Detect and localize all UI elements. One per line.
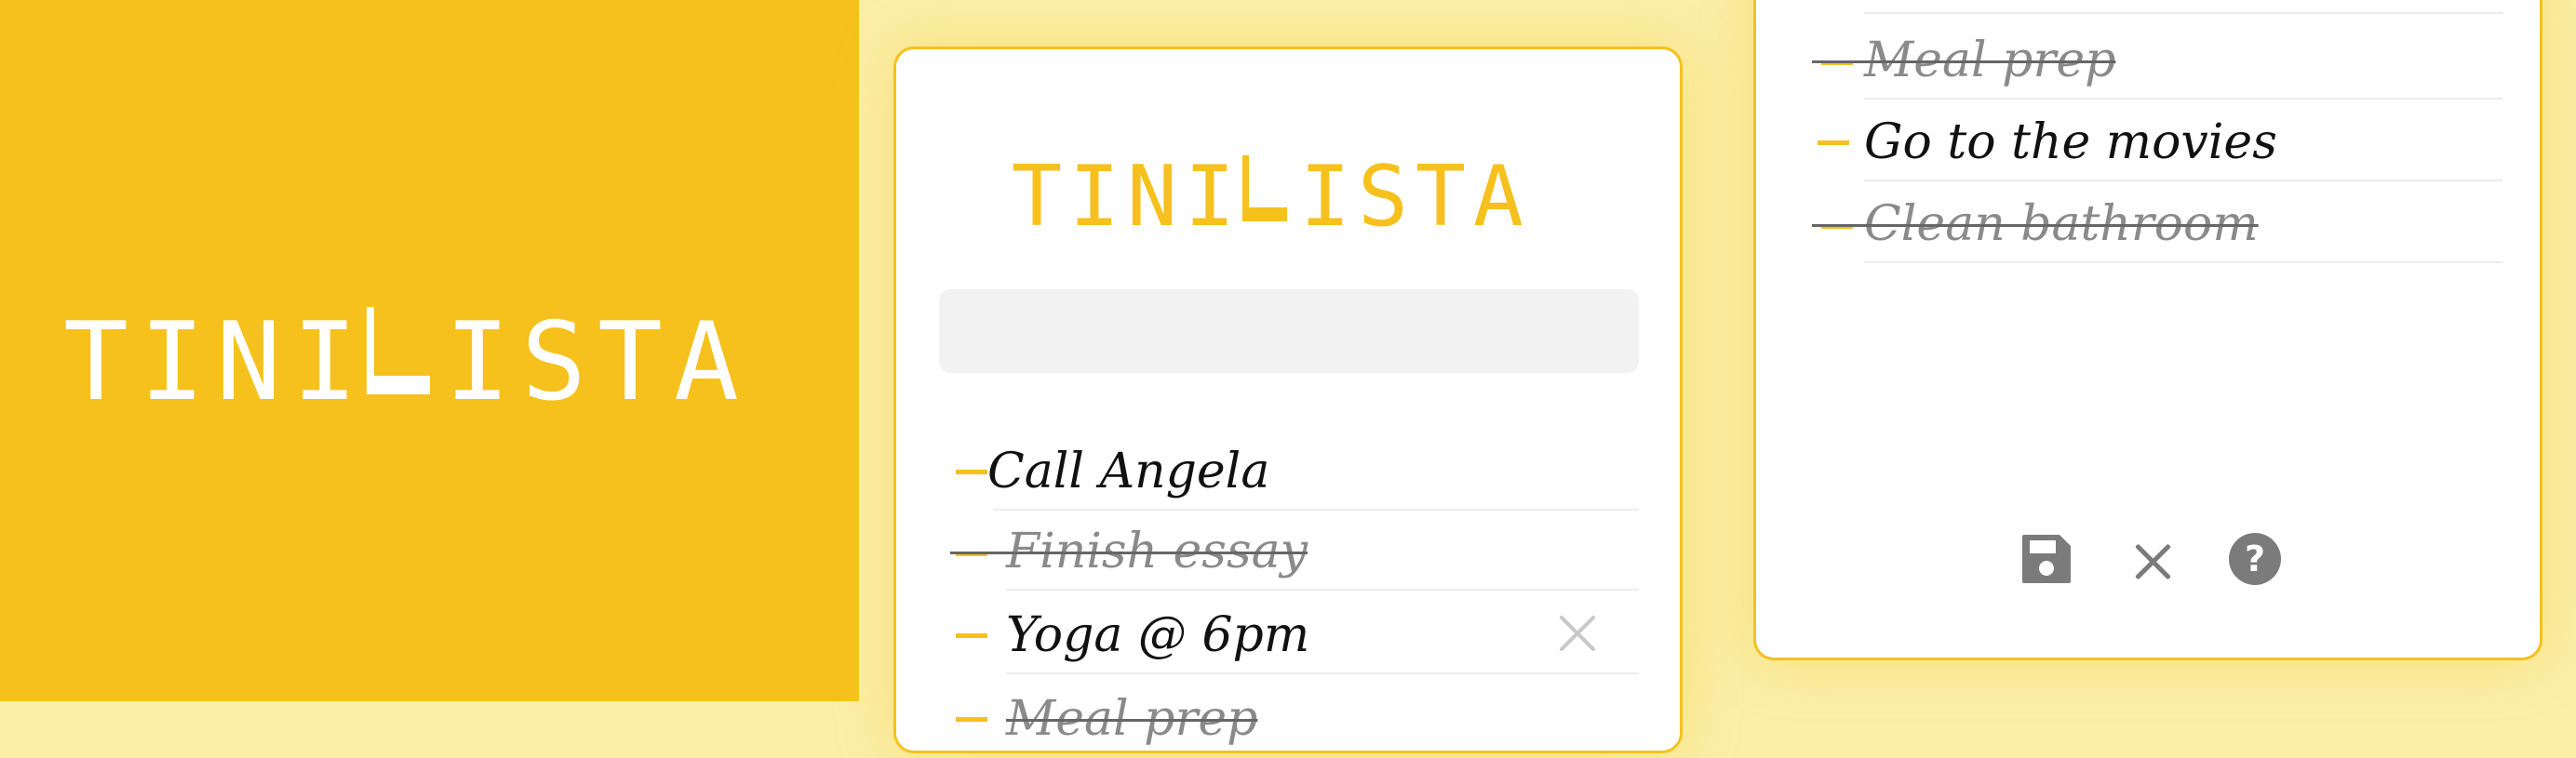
divider xyxy=(1864,98,2502,100)
logo-letter: T xyxy=(597,299,663,425)
task-item-done[interactable]: Clean bathroom xyxy=(1812,183,2502,263)
strike-line xyxy=(950,552,1006,554)
task-item-done[interactable]: Meal prep xyxy=(956,678,1639,758)
logo-letter: A xyxy=(674,299,739,425)
app-window-main: TINI ISTA Call Angela Finish essay Yoga @… xyxy=(893,47,1683,753)
logo-letter: N xyxy=(1126,148,1178,246)
strike-line xyxy=(1812,60,1868,63)
task-item[interactable]: Yoga @ 6pm xyxy=(956,594,1639,674)
task-label: Yoga @ 6pm xyxy=(1006,607,1310,663)
logo-letter: N xyxy=(216,299,281,425)
divider xyxy=(1006,672,1639,674)
delete-task-icon[interactable] xyxy=(1557,613,1598,654)
task-label: Go to the movies xyxy=(1864,114,2277,170)
logo-letter: A xyxy=(1472,148,1524,246)
svg-text:?: ? xyxy=(2245,539,2265,579)
logo-letter: T xyxy=(63,299,128,425)
divider xyxy=(1864,12,2502,14)
help-button[interactable]: ? xyxy=(2227,531,2283,587)
logo-block-l-icon xyxy=(363,299,439,402)
logo-letter: I xyxy=(1184,148,1236,246)
help-icon: ? xyxy=(2229,533,2281,585)
task-dash-icon xyxy=(956,717,987,722)
logo-letter: I xyxy=(292,299,357,425)
task-dash-icon xyxy=(956,470,987,474)
logo-letter: S xyxy=(1357,148,1409,246)
task-dash-icon xyxy=(956,633,987,638)
logo-letter: I xyxy=(140,299,205,425)
task-label: Call Angela xyxy=(987,444,1270,499)
logo-letter: T xyxy=(1011,148,1063,246)
task-label: Clean bathroom xyxy=(1864,196,2259,252)
task-item[interactable]: Call Angela xyxy=(956,431,1639,511)
save-icon xyxy=(2022,535,2071,583)
task-label: Meal prep xyxy=(1006,691,1258,747)
logo-letter: I xyxy=(1068,148,1120,246)
divider xyxy=(1864,180,2502,181)
new-task-input[interactable] xyxy=(939,289,1639,373)
strike-line xyxy=(1812,224,1868,227)
task-dash-icon xyxy=(1818,140,1849,145)
task-label: Finish essay xyxy=(1006,524,1308,579)
task-label: Meal prep xyxy=(1864,33,2116,88)
logo-block-l-icon xyxy=(1239,148,1296,230)
app-window-secondary: Meal prep Go to the movies Clean bathroo… xyxy=(1753,0,2542,660)
logo-letter: T xyxy=(1415,148,1467,246)
divider xyxy=(1006,589,1639,591)
logo-letter: S xyxy=(521,299,586,425)
task-item-done[interactable]: Meal prep xyxy=(1812,20,2502,100)
logo-letter: I xyxy=(445,299,510,425)
promo-logo: TINIISTA xyxy=(58,299,745,425)
divider xyxy=(1864,261,2502,263)
logo-letter: I xyxy=(1299,148,1351,246)
save-button[interactable] xyxy=(2019,531,2074,587)
app-logo: TINI ISTA xyxy=(1008,148,1527,246)
close-button[interactable] xyxy=(2125,533,2180,589)
task-item-done[interactable]: Finish essay xyxy=(950,511,1639,591)
task-item[interactable]: Go to the movies xyxy=(1818,101,2502,181)
promo-panel: TINIISTA xyxy=(0,0,859,701)
